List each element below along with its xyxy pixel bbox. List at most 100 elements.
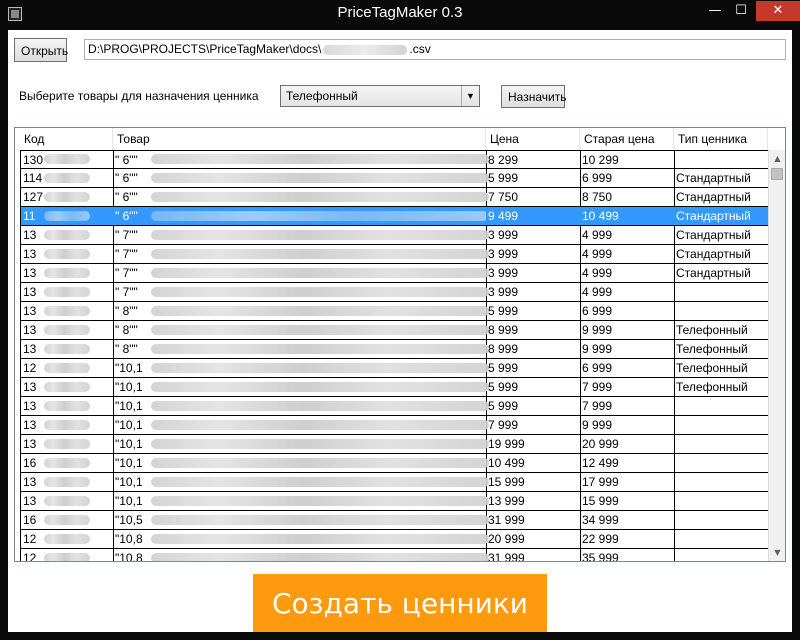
table-row[interactable]: 13 " 7"" 3 999 4 999 Стандартный — [20, 226, 768, 245]
table-cell-price[interactable]: 8 999 — [486, 340, 581, 359]
assign-button[interactable]: Назначить — [501, 85, 566, 108]
table-cell-old[interactable]: 10 299 — [580, 150, 675, 169]
table-row[interactable]: 13 " 7"" 3 999 4 999 Стандартный — [20, 264, 768, 283]
maximize-icon[interactable]: ☐ — [728, 1, 754, 21]
table-cell-type[interactable] — [674, 530, 768, 549]
table-row[interactable]: 13 "10,1 19 999 20 999 — [20, 435, 768, 454]
table-row[interactable]: 13 " 8"" 8 999 9 999 Телефонный — [20, 321, 768, 340]
table-cell-type[interactable]: Стандартный — [674, 264, 768, 283]
table-cell-price[interactable]: 8 999 — [486, 321, 581, 340]
file-path-field[interactable]: D:\PROG\PROJECTS\PriceTagMaker\docs\ .csv — [84, 39, 786, 60]
table-cell-price[interactable]: 15 999 — [486, 473, 581, 492]
table-cell-old[interactable]: 22 999 — [580, 530, 675, 549]
table-cell-price[interactable]: 31 999 — [486, 549, 581, 561]
table-row[interactable]: 127 " 6"" 7 750 8 750 Стандартный — [20, 188, 768, 207]
table-cell-old[interactable]: 6 999 — [580, 359, 675, 378]
table-cell-price[interactable]: 3 999 — [486, 264, 581, 283]
table-cell-old[interactable]: 20 999 — [580, 435, 675, 454]
table-cell-type[interactable] — [674, 435, 768, 454]
table-cell-price[interactable]: 31 999 — [486, 511, 581, 530]
table-cell-type[interactable]: Телефонный — [674, 340, 768, 359]
table-row[interactable]: 13 "10,1 7 999 9 999 — [20, 416, 768, 435]
title-bar[interactable]: PriceTagMaker 0.3 — ☐ ✕ — [0, 0, 800, 30]
table-cell-old[interactable]: 4 999 — [580, 245, 675, 264]
table-cell-type[interactable] — [674, 473, 768, 492]
table-cell-price[interactable]: 19 999 — [486, 435, 581, 454]
table-cell-price[interactable]: 7 750 — [486, 188, 581, 207]
table-cell-type[interactable] — [674, 492, 768, 511]
table-cell-old[interactable]: 6 999 — [580, 302, 675, 321]
table-cell-type[interactable] — [674, 283, 768, 302]
table-row[interactable]: 13 " 7"" 3 999 4 999 Стандартный — [20, 245, 768, 264]
table-cell-type[interactable]: Стандартный — [674, 169, 768, 188]
table-cell-old[interactable]: 10 499 — [580, 207, 675, 226]
table-cell-price[interactable]: 3 999 — [486, 245, 581, 264]
table-row[interactable]: 12 "10,1 5 999 6 999 Телефонный — [20, 359, 768, 378]
table-cell-old[interactable]: 9 999 — [580, 416, 675, 435]
column-header[interactable]: Код — [20, 128, 113, 150]
table-cell-price[interactable]: 3 999 — [486, 226, 581, 245]
table-cell-price[interactable]: 5 999 — [486, 302, 581, 321]
column-header[interactable]: Старая цена — [580, 128, 674, 150]
scroll-down-icon[interactable]: ▼ — [769, 544, 785, 561]
table-cell-price[interactable]: 7 999 — [486, 416, 581, 435]
table-cell-price[interactable]: 20 999 — [486, 530, 581, 549]
table-row[interactable]: 12 "10,8 20 999 22 999 — [20, 530, 768, 549]
table-cell-type[interactable] — [674, 549, 768, 561]
table-row[interactable]: 114 " 6"" 5 999 6 999 Стандартный — [20, 169, 768, 188]
close-icon[interactable]: ✕ — [756, 1, 800, 21]
table-cell-old[interactable]: 15 999 — [580, 492, 675, 511]
table-cell-old[interactable]: 7 999 — [580, 378, 675, 397]
table-cell-old[interactable]: 8 750 — [580, 188, 675, 207]
table-cell-type[interactable]: Стандартный — [674, 207, 768, 226]
table-cell-type[interactable] — [674, 511, 768, 530]
dropdown-arrow-icon[interactable]: ▼ — [461, 86, 479, 106]
table-row[interactable]: 13 " 7"" 3 999 4 999 — [20, 283, 768, 302]
column-header[interactable]: Товар — [113, 128, 486, 150]
table-cell-old[interactable]: 34 999 — [580, 511, 675, 530]
table-row[interactable]: 13 "10,1 15 999 17 999 — [20, 473, 768, 492]
table-row[interactable]: 13 " 8"" 5 999 6 999 — [20, 302, 768, 321]
table-cell-price[interactable]: 9 499 — [486, 207, 581, 226]
table-cell-price[interactable]: 5 999 — [486, 378, 581, 397]
table-row[interactable]: 11 " 6"" 9 499 10 499 Стандартный — [20, 207, 768, 226]
vertical-scrollbar[interactable]: ▲ ▼ — [768, 150, 785, 561]
table-cell-price[interactable]: 13 999 — [486, 492, 581, 511]
table-cell-old[interactable]: 4 999 — [580, 264, 675, 283]
table-cell-type[interactable]: Телефонный — [674, 378, 768, 397]
table-cell-price[interactable]: 5 999 — [486, 397, 581, 416]
table-cell-type[interactable] — [674, 416, 768, 435]
table-cell-type[interactable] — [674, 150, 768, 169]
table-row[interactable]: 16 "10,5 31 999 34 999 — [20, 511, 768, 530]
table-cell-old[interactable]: 17 999 — [580, 473, 675, 492]
table-cell-type[interactable]: Стандартный — [674, 226, 768, 245]
open-button[interactable]: Открыть — [14, 38, 68, 62]
table-row[interactable]: 13 "10,1 5 999 7 999 — [20, 397, 768, 416]
table-cell-old[interactable]: 4 999 — [580, 283, 675, 302]
scroll-thumb[interactable] — [771, 168, 783, 180]
table-cell-type[interactable] — [674, 397, 768, 416]
table-cell-old[interactable]: 9 999 — [580, 340, 675, 359]
table-cell-old[interactable]: 7 999 — [580, 397, 675, 416]
table-cell-type[interactable]: Стандартный — [674, 188, 768, 207]
table-cell-old[interactable]: 9 999 — [580, 321, 675, 340]
table-cell-price[interactable]: 3 999 — [486, 283, 581, 302]
table-cell-type[interactable]: Стандартный — [674, 245, 768, 264]
table-row[interactable]: 13 "10,1 5 999 7 999 Телефонный — [20, 378, 768, 397]
table-cell-price[interactable]: 8 299 — [486, 150, 581, 169]
table-cell-type[interactable]: Телефонный — [674, 359, 768, 378]
scroll-up-icon[interactable]: ▲ — [769, 150, 785, 167]
table-cell-old[interactable]: 12 499 — [580, 454, 675, 473]
table-cell-type[interactable] — [674, 454, 768, 473]
table-cell-old[interactable]: 6 999 — [580, 169, 675, 188]
price-tag-type-select[interactable]: Телефонный ▼ — [280, 85, 480, 107]
minimize-icon[interactable]: — — [702, 1, 728, 21]
table-cell-price[interactable]: 5 999 — [486, 359, 581, 378]
table-row[interactable]: 13 " 8"" 8 999 9 999 Телефонный — [20, 340, 768, 359]
table-cell-old[interactable]: 4 999 — [580, 226, 675, 245]
table-row[interactable]: 16 "10,1 10 499 12 499 — [20, 454, 768, 473]
table-cell-type[interactable]: Телефонный — [674, 321, 768, 340]
create-price-tags-button[interactable]: Создать ценники — [253, 574, 547, 632]
column-header[interactable]: Цена — [486, 128, 580, 150]
table-cell-old[interactable]: 35 999 — [580, 549, 675, 561]
